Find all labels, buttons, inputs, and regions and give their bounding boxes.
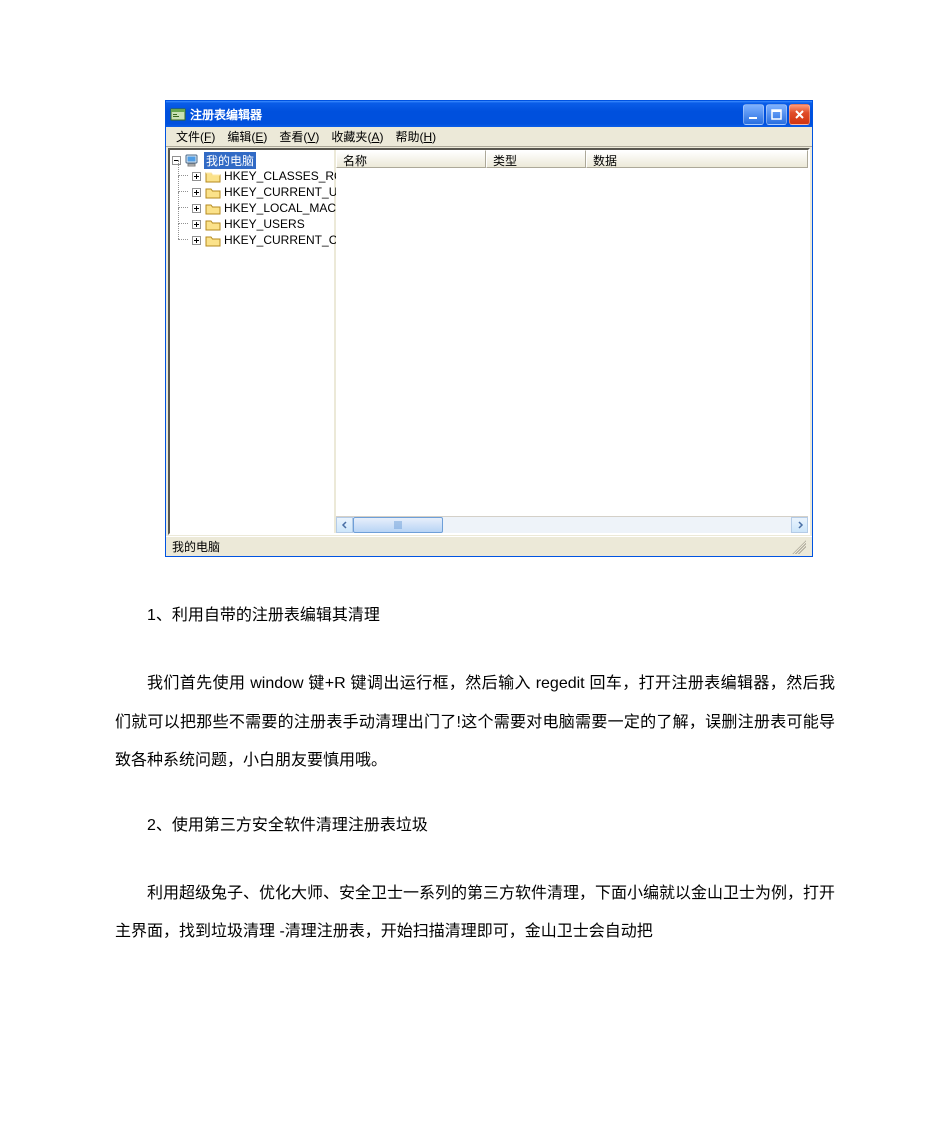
tree-key[interactable]: HKEY_LOCAL_MACHINE <box>192 200 334 216</box>
client-area: 我的电脑 HKEY_CLASSES_ROOT HKEY_CURRENT_USER <box>168 148 810 535</box>
scroll-left-button[interactable] <box>336 517 353 533</box>
col-name[interactable]: 名称 <box>336 150 486 168</box>
scroll-thumb[interactable] <box>353 517 443 533</box>
tree-key[interactable]: HKEY_CURRENT_CONFIG <box>192 232 334 248</box>
expand-icon[interactable] <box>192 172 201 181</box>
list-pane: 名称 类型 数据 <box>336 150 808 533</box>
tree-root-label: 我的电脑 <box>204 152 256 169</box>
horizontal-scrollbar[interactable] <box>336 516 808 533</box>
tree-key[interactable]: HKEY_CLASSES_ROOT <box>192 168 334 184</box>
section-2-body: 利用超级兔子、优化大师、安全卫士一系列的第三方软件清理，下面小编就以金山卫士为例… <box>115 875 835 952</box>
window-title: 注册表编辑器 <box>190 106 262 123</box>
resize-grip-icon[interactable] <box>792 540 806 554</box>
collapse-icon[interactable] <box>172 156 181 165</box>
expand-icon[interactable] <box>192 220 201 229</box>
col-data[interactable]: 数据 <box>586 150 808 168</box>
list-body[interactable] <box>336 168 808 516</box>
maximize-button[interactable] <box>766 104 787 125</box>
col-type[interactable]: 类型 <box>486 150 586 168</box>
computer-icon <box>185 154 201 167</box>
titlebar[interactable]: 注册表编辑器 <box>166 101 812 127</box>
expand-icon[interactable] <box>192 236 201 245</box>
folder-icon <box>205 170 221 183</box>
tree-key-label: HKEY_USERS <box>224 217 305 231</box>
menu-file[interactable]: 文件(F) <box>170 126 221 147</box>
document-text: 1、利用自带的注册表编辑其清理 我们首先使用 window 键+R 键调出运行框… <box>0 557 945 1038</box>
regedit-window: 注册表编辑器 文件(F) 编辑(E) 查看(V) 收藏夹(A) 帮助(H) <box>165 100 813 557</box>
list-header: 名称 类型 数据 <box>336 150 808 168</box>
section-1-body: 我们首先使用 window 键+R 键调出运行框，然后输入 regedit 回车… <box>115 665 835 780</box>
expand-icon[interactable] <box>192 188 201 197</box>
scroll-right-button[interactable] <box>791 517 808 533</box>
tree-key[interactable]: HKEY_CURRENT_USER <box>192 184 334 200</box>
folder-icon <box>205 234 221 247</box>
folder-icon <box>205 186 221 199</box>
menu-help[interactable]: 帮助(H) <box>389 126 442 147</box>
menu-view[interactable]: 查看(V) <box>273 126 325 147</box>
minimize-button[interactable] <box>743 104 764 125</box>
tree-key[interactable]: HKEY_USERS <box>192 216 334 232</box>
menu-favorites[interactable]: 收藏夹(A) <box>325 126 389 147</box>
scroll-track[interactable] <box>353 517 791 533</box>
statusbar: 我的电脑 <box>166 536 812 556</box>
folder-icon <box>205 218 221 231</box>
menubar: 文件(F) 编辑(E) 查看(V) 收藏夹(A) 帮助(H) <box>166 127 812 147</box>
folder-icon <box>205 202 221 215</box>
status-text: 我的电脑 <box>172 538 220 555</box>
app-icon <box>170 106 186 122</box>
tree-pane[interactable]: 我的电脑 HKEY_CLASSES_ROOT HKEY_CURRENT_USER <box>170 150 336 533</box>
expand-icon[interactable] <box>192 204 201 213</box>
tree-root[interactable]: 我的电脑 <box>172 152 334 168</box>
close-button[interactable] <box>789 104 810 125</box>
section-1-heading: 1、利用自带的注册表编辑其清理 <box>115 597 835 635</box>
section-2-heading: 2、使用第三方安全软件清理注册表垃圾 <box>115 807 835 845</box>
menu-edit[interactable]: 编辑(E) <box>221 126 273 147</box>
